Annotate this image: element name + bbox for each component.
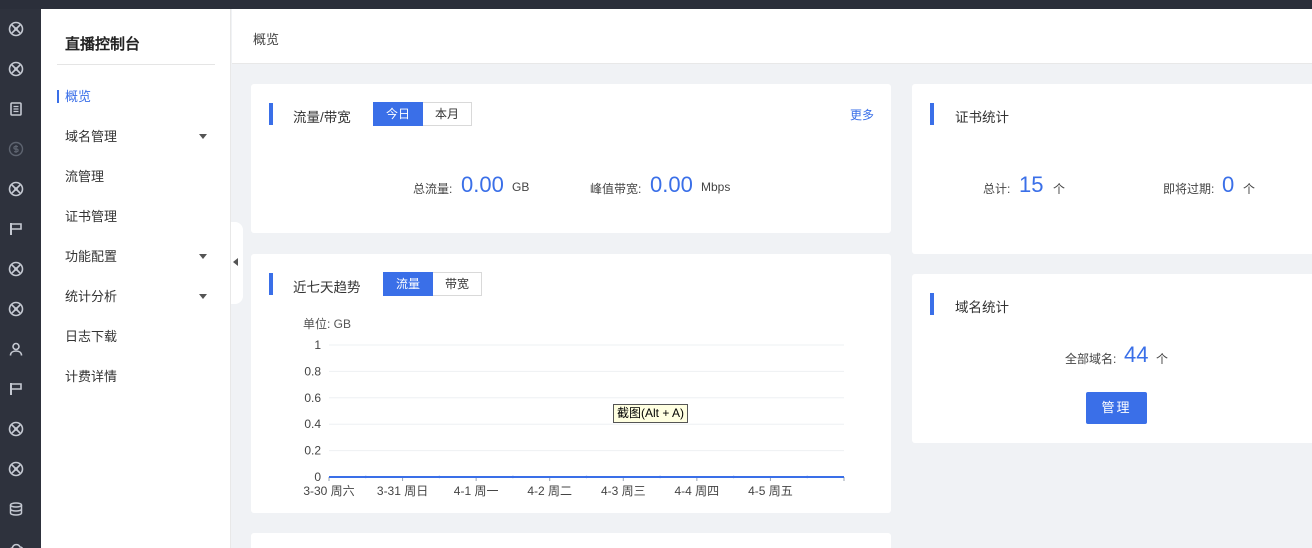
y-tick-label: 0.8	[304, 364, 321, 378]
y-tick-label: 0.6	[304, 391, 321, 405]
x-tick-label: 4-3 周三	[601, 484, 646, 498]
y-tick-label: 0.2	[304, 444, 321, 458]
y-tick-label: 0	[314, 470, 321, 484]
x-tick-label: 4-5 周五	[748, 484, 793, 498]
chart-unit-label: 单位: GB	[303, 316, 351, 331]
series-point[interactable]	[585, 475, 588, 479]
y-tick-label: 0.4	[304, 417, 321, 431]
x-tick-label: 4-4 周四	[675, 484, 720, 498]
x-tick-label: 4-2 周二	[527, 484, 572, 498]
x-tick-label: 3-30 周六	[303, 484, 354, 498]
series-point[interactable]	[658, 475, 662, 479]
series-point[interactable]	[732, 475, 735, 479]
screenshot-tooltip: 截图(Alt + A)	[613, 404, 689, 423]
series-point[interactable]	[364, 475, 367, 479]
series-point[interactable]	[806, 475, 809, 479]
x-tick-label: 3-31 周日	[377, 484, 428, 498]
series-point[interactable]	[511, 475, 515, 479]
x-tick-label: 4-1 周一	[454, 484, 499, 498]
trend-chart: 单位: GB 0 0.2 0.4 0.6 0.8 1 3-30 周六 3-31 周日 4-1 周一…	[303, 316, 845, 498]
series-point[interactable]	[438, 475, 441, 479]
y-tick-label: 1	[314, 338, 321, 352]
